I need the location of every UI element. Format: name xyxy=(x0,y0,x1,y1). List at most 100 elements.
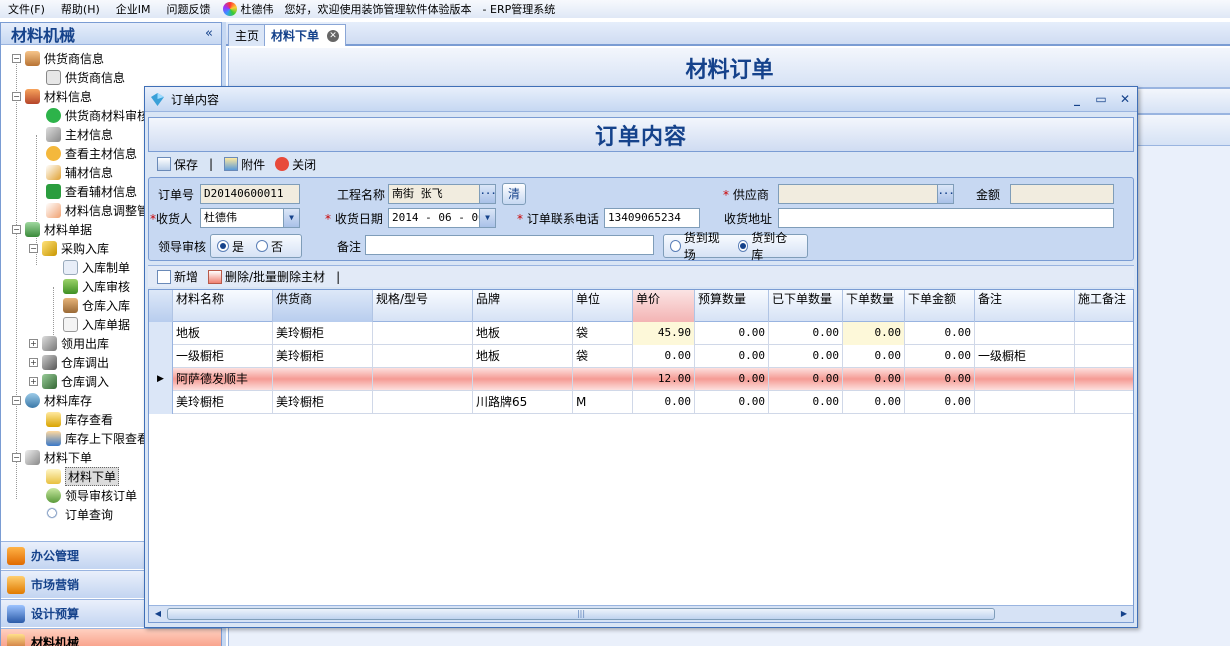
tree-node-supplier-group[interactable]: − 供货商信息 xyxy=(12,49,104,68)
collapse-button[interactable]: « xyxy=(205,26,213,41)
calendar-dropdown-icon[interactable]: ▼ xyxy=(479,209,495,227)
column-header-construction-remark[interactable]: 施工备注 xyxy=(1075,290,1133,322)
tree-node-material-group[interactable]: − 材料信息 xyxy=(12,87,92,106)
cell-construction-remark[interactable] xyxy=(1075,368,1133,391)
cell-order-amount[interactable]: 0.00 xyxy=(905,391,975,414)
collapse-toggle-icon[interactable]: − xyxy=(12,396,21,405)
cell-order-amount[interactable]: 0.00 xyxy=(905,322,975,345)
approval-no[interactable]: 否 xyxy=(256,238,283,255)
menu-help[interactable]: 帮助(H) xyxy=(53,1,108,17)
address-field[interactable] xyxy=(778,208,1114,228)
tree-node-leader-review[interactable]: 领导审核订单 xyxy=(46,486,137,505)
cell-material-name[interactable]: 阿萨德发顺丰 xyxy=(173,368,273,391)
save-button[interactable]: 保存 xyxy=(152,156,203,173)
row-selector[interactable] xyxy=(149,391,173,414)
cell-remark[interactable] xyxy=(975,368,1075,391)
cell-unit-price[interactable]: 0.00 xyxy=(633,345,695,368)
tree-node-inbound-docs[interactable]: 入库单据 xyxy=(63,315,130,334)
tree-node-view-aux-material[interactable]: 查看辅材信息 xyxy=(46,182,137,201)
tab-material-order[interactable]: 材料下单 ✕ xyxy=(264,24,347,46)
column-header-order-amount[interactable]: 下单金额 xyxy=(905,290,975,322)
cell-unit[interactable]: 袋 xyxy=(573,322,633,345)
cell-construction-remark[interactable] xyxy=(1075,345,1133,368)
cell-order-qty[interactable]: 0.00 xyxy=(843,391,905,414)
table-row[interactable]: 地板 美玲橱柜 地板袋 45.90 0.00 0.00 0.00 0.00 xyxy=(149,322,1133,345)
clear-project-button[interactable]: 清 xyxy=(502,183,526,205)
column-header-material-name[interactable]: 材料名称 xyxy=(173,290,273,322)
horizontal-scrollbar[interactable]: ◀ ||| ▶ xyxy=(149,605,1133,622)
column-header-unit-price[interactable]: 单价 xyxy=(633,290,695,322)
collapse-toggle-icon[interactable]: − xyxy=(12,54,21,63)
cell-unit-price[interactable]: 45.90 xyxy=(633,322,695,345)
cell-order-qty[interactable]: 0.00 xyxy=(843,322,905,345)
close-form-button[interactable]: 关闭 xyxy=(270,156,321,173)
cell-remark[interactable] xyxy=(975,322,1075,345)
cell-supplier[interactable]: 美玲橱柜 xyxy=(273,322,373,345)
column-header-budget-qty[interactable]: 预算数量 xyxy=(695,290,769,322)
tree-node-warehouse-in[interactable]: 仓库入库 xyxy=(63,296,130,315)
row-selector[interactable] xyxy=(149,322,173,345)
cell-order-amount[interactable]: 0.00 xyxy=(905,345,975,368)
date-picker[interactable]: 2014 - 06 - 06 ▼ xyxy=(388,208,496,228)
expand-toggle-icon[interactable]: + xyxy=(29,358,38,367)
cell-unit[interactable]: M xyxy=(573,391,633,414)
cell-ordered-qty[interactable]: 0.00 xyxy=(769,391,843,414)
tree-node-purchase-in[interactable]: − 采购入库 xyxy=(29,239,109,258)
menu-file[interactable]: 文件(F) xyxy=(0,1,53,17)
table-row[interactable]: 一级橱柜 美玲橱柜 地板袋 0.00 0.00 0.00 0.00 0.00 一级橱柜 xyxy=(149,345,1133,368)
cell-ordered-qty[interactable]: 0.00 xyxy=(769,322,843,345)
menu-feedback[interactable]: 问题反馈 xyxy=(159,1,219,17)
tree-node-warehouse-transfer-in[interactable]: + 仓库调入 xyxy=(29,372,109,391)
column-header-order-qty[interactable]: 下单数量 xyxy=(843,290,905,322)
note-field[interactable] xyxy=(365,235,654,255)
cell-spec-model[interactable] xyxy=(373,368,473,391)
cell-order-qty[interactable]: 0.00 xyxy=(843,345,905,368)
cell-unit[interactable] xyxy=(573,368,633,391)
tree-node-order-group[interactable]: − 材料下单 xyxy=(12,448,92,467)
cell-budget-qty[interactable]: 0.00 xyxy=(695,391,769,414)
tree-node-material-order[interactable]: 材料下单 xyxy=(46,467,120,486)
cell-material-name[interactable]: 地板 xyxy=(173,322,273,345)
tree-node-inventory-limits[interactable]: 库存上下限查看 xyxy=(46,429,149,448)
column-header-unit[interactable]: 单位 xyxy=(573,290,633,322)
add-row-button[interactable]: 新增 xyxy=(152,268,203,285)
collapse-toggle-icon[interactable]: − xyxy=(12,453,21,462)
cell-construction-remark[interactable] xyxy=(1075,391,1133,414)
tree-node-view-main-material[interactable]: 查看主材信息 xyxy=(46,144,137,163)
cell-brand[interactable]: 川路牌65 xyxy=(473,391,573,414)
delivery-to-site[interactable]: 货到现场 xyxy=(670,229,726,263)
supplier-picker-button[interactable]: ... xyxy=(937,185,953,203)
project-picker-button[interactable]: ... xyxy=(479,185,495,203)
cell-supplier[interactable] xyxy=(273,368,373,391)
tree-node-supplier-material-review[interactable]: 供货商材料审核 xyxy=(46,106,149,125)
nav-material-machinery[interactable]: 材料机械 xyxy=(1,628,221,646)
cell-order-amount[interactable]: 0.00 xyxy=(905,368,975,391)
tree-node-supplier-info[interactable]: 供货商信息 xyxy=(46,68,125,87)
cell-ordered-qty[interactable]: 0.00 xyxy=(769,368,843,391)
delete-rows-button[interactable]: 删除/批量删除主材 xyxy=(203,268,330,285)
cell-brand[interactable]: 地板 xyxy=(473,345,573,368)
scrollbar-thumb[interactable]: ||| xyxy=(167,608,995,620)
dialog-titlebar[interactable]: 订单内容 _ ▭ ✕ xyxy=(145,87,1137,112)
row-selector[interactable] xyxy=(149,345,173,368)
column-header-spec-model[interactable]: 规格/型号 xyxy=(373,290,473,322)
scroll-right-icon[interactable]: ▶ xyxy=(1117,608,1131,620)
cell-brand[interactable]: 地板 xyxy=(473,322,573,345)
current-row-indicator[interactable]: ▶ xyxy=(149,368,173,391)
close-icon[interactable]: ✕ xyxy=(327,29,340,42)
menu-enterprise-im[interactable]: 企业IM xyxy=(108,1,159,17)
cell-construction-remark[interactable] xyxy=(1075,322,1133,345)
project-name-field[interactable]: 南街 张飞... xyxy=(388,184,496,204)
cell-budget-qty[interactable]: 0.00 xyxy=(695,322,769,345)
amount-field[interactable] xyxy=(1010,184,1114,204)
table-row[interactable]: ▶ 阿萨德发顺丰 12.00 0.00 0.00 0.00 0.00 xyxy=(149,368,1133,391)
cell-unit-price[interactable]: 12.00 xyxy=(633,368,695,391)
table-row[interactable]: 美玲橱柜 美玲橱柜 川路牌65 M 0.00 0.00 0.00 0.00 0.00 xyxy=(149,391,1133,414)
cell-unit[interactable]: 袋 xyxy=(573,345,633,368)
tree-node-warehouse-out[interactable]: + 仓库调出 xyxy=(29,353,109,372)
scroll-left-icon[interactable]: ◀ xyxy=(151,608,165,620)
cell-remark[interactable] xyxy=(975,391,1075,414)
tree-node-inbound-create[interactable]: 入库制单 xyxy=(63,258,130,277)
column-header-supplier[interactable]: 供货商 xyxy=(273,290,373,322)
approval-yes[interactable]: 是 xyxy=(217,238,244,255)
